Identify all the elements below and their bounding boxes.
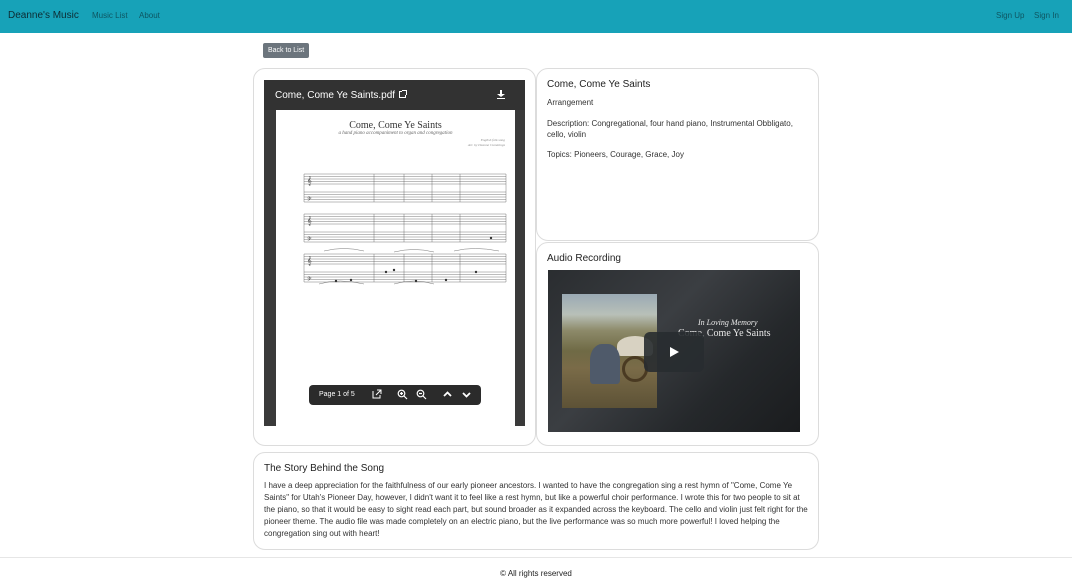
pdf-filename-text: Come, Come Ye Saints.pdf bbox=[275, 90, 396, 101]
song-type: Arrangement bbox=[547, 98, 594, 107]
play-button[interactable] bbox=[644, 332, 704, 372]
sheet-music-staves: 𝄞 𝄢 𝄞 𝄢 𝄞 𝄢 bbox=[303, 173, 507, 285]
song-title: Come, Come Ye Saints bbox=[547, 79, 651, 90]
external-link-icon[interactable] bbox=[399, 90, 408, 98]
pdf-viewer[interactable]: Come, Come Ye Saints.pdf Come, Come Ye S… bbox=[264, 80, 525, 426]
svg-text:𝄢: 𝄢 bbox=[307, 276, 312, 284]
previous-page-icon[interactable] bbox=[442, 389, 453, 400]
video-caption-memory: In Loving Memory bbox=[698, 318, 758, 327]
song-topics: Topics: Pioneers, Courage, Grace, Joy bbox=[547, 150, 684, 159]
footer-copyright: © All rights reserved bbox=[500, 569, 572, 578]
sign-in-link[interactable]: Sign In bbox=[1034, 11, 1059, 20]
pdf-page: Come, Come Ye Saints a hand piano accomp… bbox=[276, 110, 515, 426]
song-description: Description: Congregational, four hand p… bbox=[547, 119, 793, 139]
story-text: I have a deep appreciation for the faith… bbox=[264, 481, 808, 538]
page-indicator: Page 1 of 5 bbox=[319, 391, 355, 398]
video-player[interactable]: In Loving Memory Come, Come Ye Saints bbox=[548, 270, 800, 432]
score-credit: English folk song Arr. by Deanne Cumming… bbox=[468, 138, 505, 148]
brand-link[interactable]: Deanne's Music bbox=[8, 10, 79, 21]
back-to-list-button[interactable]: Back to List bbox=[263, 43, 310, 58]
open-external-icon[interactable] bbox=[371, 389, 382, 400]
score-subtitle: a hand piano accompaniment to organ and … bbox=[338, 131, 453, 136]
svg-text:𝄢: 𝄢 bbox=[307, 236, 312, 244]
story-heading: The Story Behind the Song bbox=[264, 463, 385, 474]
nav-music-list[interactable]: Music List bbox=[92, 11, 128, 20]
audio-heading: Audio Recording bbox=[547, 253, 621, 264]
score-title: Come, Come Ye Saints bbox=[349, 120, 442, 131]
svg-text:𝄢: 𝄢 bbox=[307, 196, 312, 204]
pdf-title-bar: Come, Come Ye Saints.pdf bbox=[264, 80, 525, 110]
svg-text:𝄞: 𝄞 bbox=[307, 176, 312, 185]
pdf-toolbar: Page 1 of 5 bbox=[309, 385, 481, 405]
sign-up-link[interactable]: Sign Up bbox=[996, 11, 1024, 20]
footer-divider bbox=[0, 557, 1072, 558]
score-credit-arranger: Arr. by Deanne Cummings bbox=[467, 143, 505, 147]
pdf-filename[interactable]: Come, Come Ye Saints.pdf bbox=[275, 90, 408, 101]
next-page-icon[interactable] bbox=[461, 389, 472, 400]
svg-text:𝄞: 𝄞 bbox=[307, 216, 312, 225]
pioneer-photo bbox=[562, 294, 657, 408]
download-icon[interactable] bbox=[497, 90, 505, 99]
zoom-in-icon[interactable] bbox=[397, 389, 408, 400]
zoom-out-icon[interactable] bbox=[416, 389, 427, 400]
navbar: Deanne's Music Music List About Sign Up … bbox=[0, 0, 1072, 33]
pioneer-figure bbox=[590, 344, 620, 384]
svg-text:𝄞: 𝄞 bbox=[307, 256, 312, 265]
nav-about[interactable]: About bbox=[139, 11, 160, 20]
